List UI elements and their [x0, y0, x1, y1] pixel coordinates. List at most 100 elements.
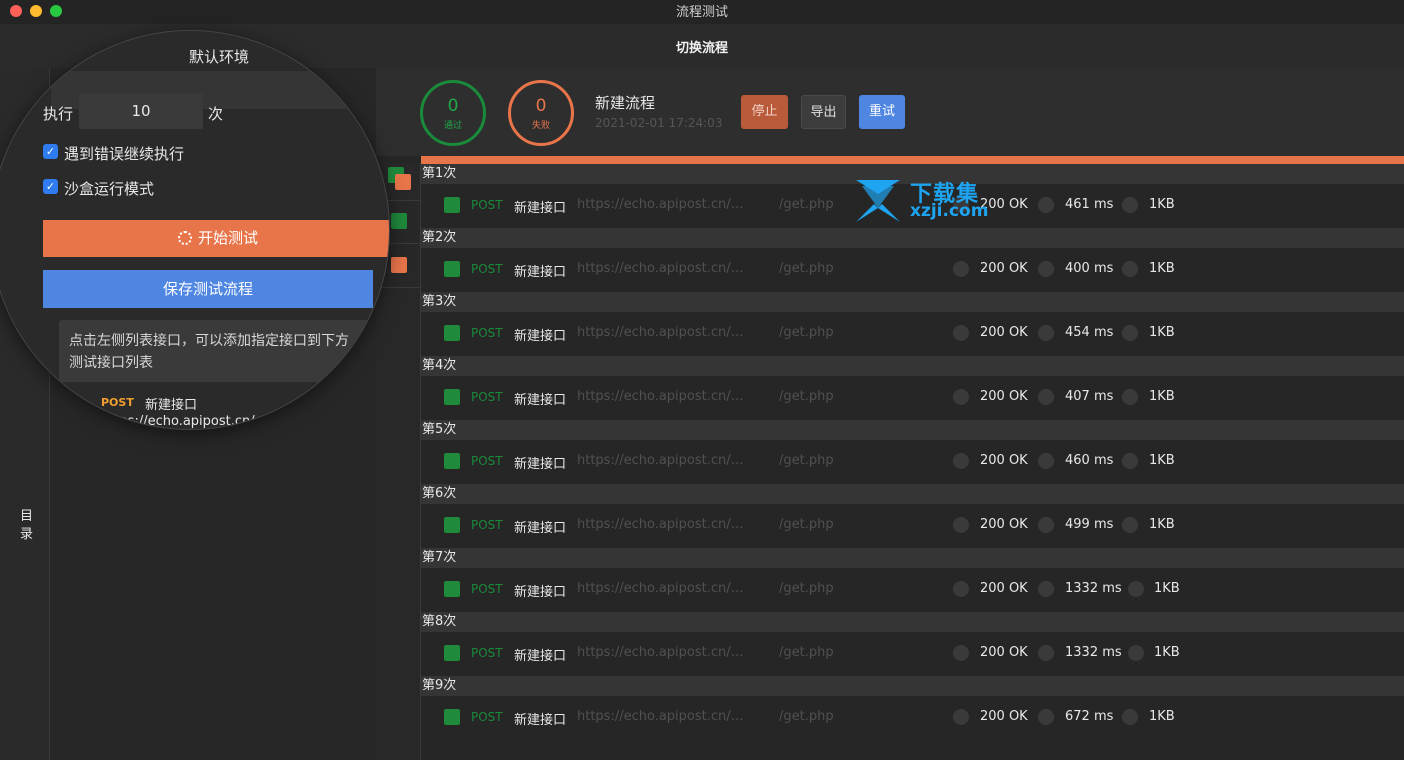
- result-size: 1KB: [1149, 453, 1175, 468]
- sandbox-mode-checkbox[interactable]: ✓: [43, 179, 58, 194]
- run-result-row[interactable]: POST 新建接口 https://echo.apipost.cn/… /get.ph…: [421, 568, 1404, 612]
- result-url: https://echo.apipost.cn/…: [577, 581, 744, 596]
- size-indicator-icon: [1122, 517, 1138, 533]
- size-indicator-icon: [1122, 389, 1138, 405]
- result-url: https://echo.apipost.cn/…: [577, 261, 744, 276]
- run-result-row[interactable]: POST 新建接口 https://echo.apipost.cn/… /get.ph…: [421, 248, 1404, 292]
- loading-spinner-icon: [178, 231, 192, 245]
- result-api-name: 新建接口: [514, 713, 567, 728]
- stop-button[interactable]: 停止: [741, 95, 788, 129]
- run-result-row[interactable]: POST 新建接口 https://echo.apipost.cn/… /get.ph…: [421, 440, 1404, 484]
- result-time: 407 ms: [1065, 389, 1114, 404]
- sandbox-mode-label: 沙盒运行模式: [64, 180, 155, 198]
- directory-toggle[interactable]: 目录: [20, 508, 34, 544]
- run-iteration-header[interactable]: 第7次: [421, 548, 1404, 568]
- api-item-checkbox[interactable]: ✓: [70, 403, 84, 417]
- result-path: /get.php: [779, 517, 834, 532]
- window-titlebar: 流程测试: [0, 0, 1404, 24]
- result-path: /get.php: [779, 453, 834, 468]
- run-iteration-header[interactable]: 第3次: [421, 292, 1404, 312]
- time-indicator-icon: [1038, 325, 1054, 341]
- result-url: https://echo.apipost.cn/…: [577, 517, 744, 532]
- result-status-marker: [444, 581, 460, 597]
- result-status: 200 OK: [980, 453, 1028, 468]
- result-method: POST: [471, 454, 503, 468]
- result-time: 499 ms: [1065, 517, 1114, 532]
- result-size: 1KB: [1149, 389, 1175, 404]
- pass-count: 0: [447, 96, 459, 116]
- add-api-tip: 点击左侧列表接口，可以添加指定接口到下方测试接口列表: [59, 320, 369, 382]
- time-indicator-icon: [1038, 709, 1054, 725]
- status-indicator-icon: [953, 325, 969, 341]
- size-indicator-icon: [1122, 453, 1138, 469]
- exec-count-input[interactable]: [79, 93, 203, 129]
- run-result-row[interactable]: POST 新建接口 https://echo.apipost.cn/… /get.ph…: [421, 376, 1404, 420]
- result-status: 200 OK: [980, 645, 1028, 660]
- size-indicator-icon: [1128, 645, 1144, 661]
- result-status: 200 OK: [980, 389, 1028, 404]
- status-indicator-icon: [953, 645, 969, 661]
- result-api-name: 新建接口: [514, 585, 567, 600]
- api-list-scrollbar[interactable]: [359, 383, 365, 429]
- time-indicator-icon: [1038, 197, 1054, 213]
- result-status: 200 OK: [980, 261, 1028, 276]
- watermark-logo-icon: [856, 180, 900, 222]
- environment-selector[interactable]: 默认环境: [189, 46, 249, 67]
- result-method: POST: [471, 646, 503, 660]
- result-url: https://echo.apipost.cn/…: [577, 709, 744, 724]
- result-status-marker: [444, 325, 460, 341]
- run-iteration-header[interactable]: 第9次: [421, 676, 1404, 696]
- continue-on-error-label: 遇到错误继续执行: [64, 145, 185, 163]
- result-method: POST: [471, 198, 503, 212]
- result-method: POST: [471, 582, 503, 596]
- result-path: /get.php: [779, 261, 834, 276]
- result-method: POST: [471, 326, 503, 340]
- save-flow-button[interactable]: 保存测试流程: [43, 270, 373, 308]
- result-size: 1KB: [1149, 517, 1175, 532]
- export-button[interactable]: 导出: [801, 95, 846, 129]
- result-url: https://echo.apipost.cn/…: [577, 325, 744, 340]
- result-size: 1KB: [1149, 197, 1175, 212]
- api-item-name: 新建接口: [145, 398, 198, 413]
- api-list-item[interactable]: ✓ POST 新建接口 https://echo.apipost.cn/get.…: [61, 386, 361, 429]
- start-test-button[interactable]: 开始测试: [43, 220, 389, 257]
- status-indicator-icon: [953, 709, 969, 725]
- run-result-row[interactable]: POST 新建接口 https://echo.apipost.cn/… /get.ph…: [421, 504, 1404, 548]
- step-fail-marker: [391, 257, 407, 273]
- watermark-brand-en: xzji.com: [910, 201, 989, 221]
- result-api-name: 新建接口: [514, 521, 567, 536]
- run-iteration-header[interactable]: 第8次: [421, 612, 1404, 632]
- run-result-row[interactable]: POST 新建接口 https://echo.apipost.cn/… /get.ph…: [421, 312, 1404, 356]
- run-result-row[interactable]: POST 新建接口 https://echo.apipost.cn/… /get.ph…: [421, 632, 1404, 676]
- result-path: /get.php: [779, 645, 834, 660]
- result-api-name: 新建接口: [514, 649, 567, 664]
- retry-button[interactable]: 重试: [859, 95, 905, 129]
- result-time: 454 ms: [1065, 325, 1114, 340]
- result-path: /get.php: [779, 709, 834, 724]
- result-time: 461 ms: [1065, 197, 1114, 212]
- status-indicator-icon: [953, 389, 969, 405]
- pass-label: 通过: [443, 121, 462, 131]
- status-indicator-icon: [953, 517, 969, 533]
- result-api-name: 新建接口: [514, 457, 567, 472]
- time-indicator-icon: [1038, 389, 1054, 405]
- status-indicator-icon: [953, 453, 969, 469]
- run-iteration-header[interactable]: 第5次: [421, 420, 1404, 440]
- status-indicator-icon: [953, 261, 969, 277]
- result-size: 1KB: [1149, 325, 1175, 340]
- result-time: 1332 ms: [1065, 581, 1122, 596]
- step-pass-marker: [391, 213, 407, 229]
- result-time: 460 ms: [1065, 453, 1114, 468]
- result-path: /get.php: [779, 581, 834, 596]
- result-status: 200 OK: [980, 517, 1028, 532]
- status-indicator-icon: [953, 581, 969, 597]
- run-result-row[interactable]: POST 新建接口 https://echo.apipost.cn/… /get.ph…: [421, 696, 1404, 740]
- result-status-marker: [444, 709, 460, 725]
- continue-on-error-checkbox[interactable]: ✓: [43, 144, 58, 159]
- result-size: 1KB: [1154, 581, 1180, 596]
- result-url: https://echo.apipost.cn/…: [577, 645, 744, 660]
- run-iteration-header[interactable]: 第6次: [421, 484, 1404, 504]
- result-status-marker: [444, 261, 460, 277]
- run-iteration-header[interactable]: 第2次: [421, 228, 1404, 248]
- run-iteration-header[interactable]: 第4次: [421, 356, 1404, 376]
